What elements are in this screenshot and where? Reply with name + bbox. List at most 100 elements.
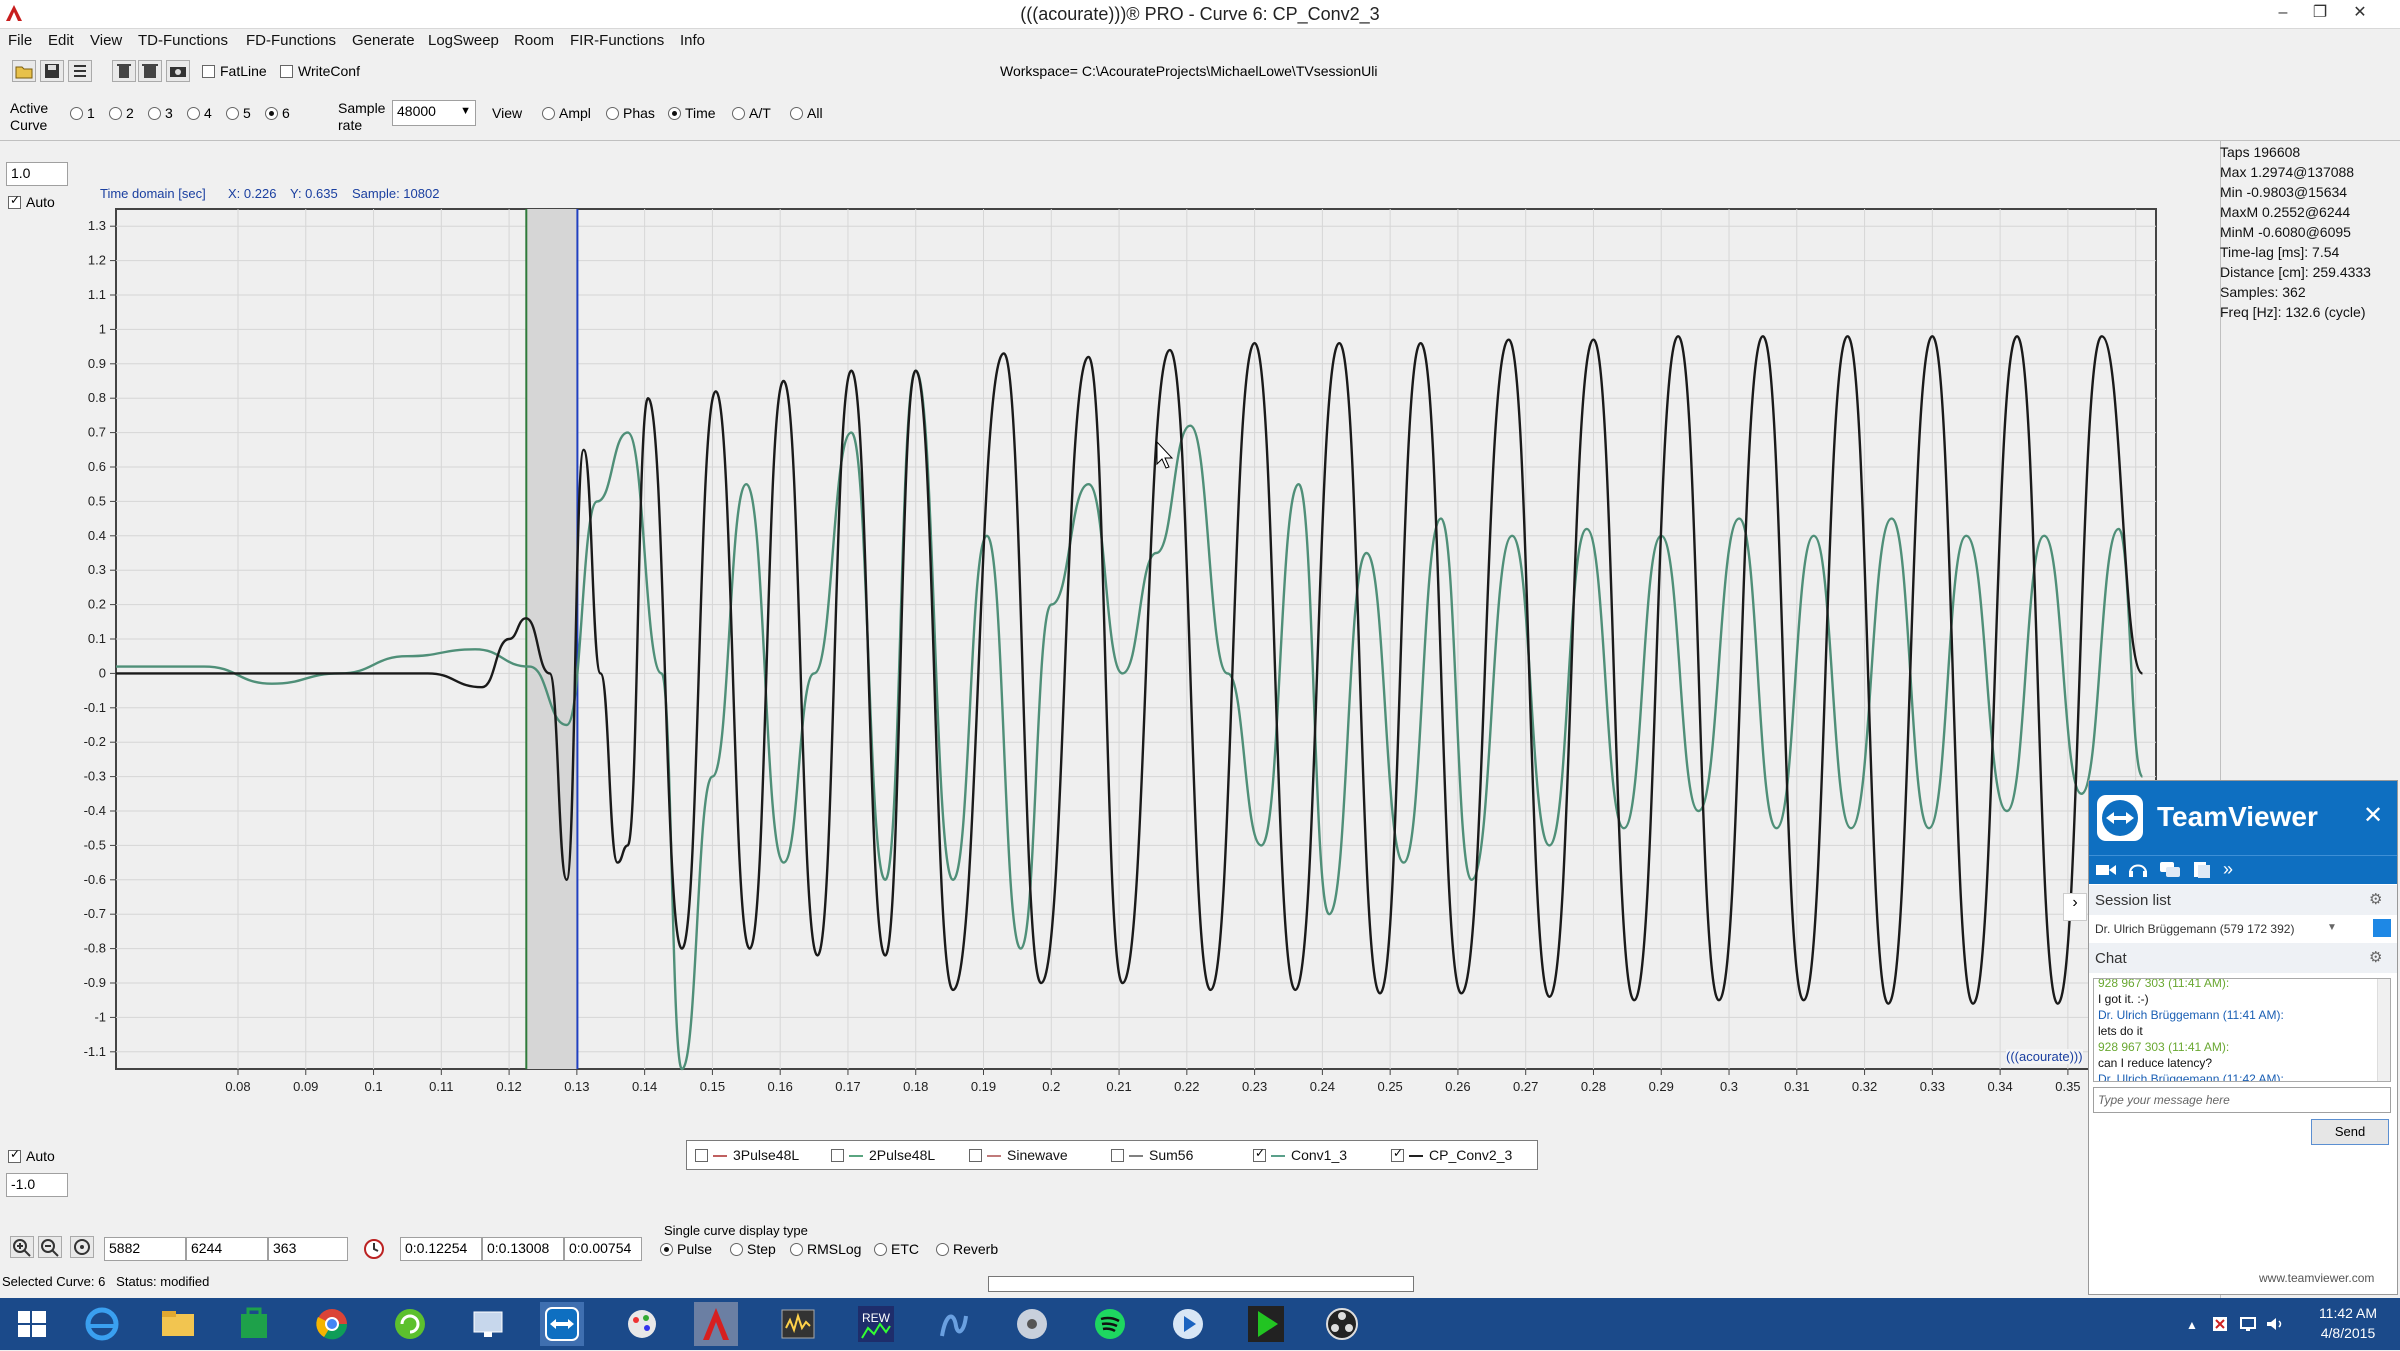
legend-checkbox[interactable] xyxy=(969,1149,982,1162)
display-radio-reverb[interactable] xyxy=(936,1243,949,1256)
teamviewer-taskbar-button[interactable] xyxy=(540,1302,584,1346)
display-radio-pulse[interactable] xyxy=(660,1243,673,1256)
legend-checkbox[interactable] xyxy=(831,1149,844,1162)
camera-button[interactable] xyxy=(166,60,190,82)
paint-palette-icon[interactable] xyxy=(620,1302,664,1346)
time-span-input[interactable]: 0:0.00754 xyxy=(564,1237,642,1261)
menu-fir-functions[interactable]: FIR-Functions xyxy=(570,32,664,49)
clock-time[interactable]: 11:42 AM xyxy=(2308,1305,2388,1321)
menu-logsweep[interactable]: LogSweep xyxy=(428,32,499,49)
sample-count-input[interactable]: 363 xyxy=(268,1237,348,1261)
menu-fd-functions[interactable]: FD-Functions xyxy=(246,32,336,49)
view-radio-ampl[interactable] xyxy=(542,107,555,120)
start-button[interactable] xyxy=(10,1302,54,1346)
legend-checkbox[interactable]: ✓ xyxy=(1253,1146,1266,1162)
sample-end-input[interactable]: 6244 xyxy=(186,1237,268,1261)
zoom-out-button[interactable] xyxy=(38,1236,62,1258)
display-radio-etc[interactable] xyxy=(874,1243,887,1256)
horizontal-scrollbar[interactable] xyxy=(988,1276,1414,1292)
display-radio-label: Reverb xyxy=(953,1241,999,1257)
menu-td-functions[interactable]: TD-Functions xyxy=(138,32,228,49)
panel-collapse-icon[interactable]: › xyxy=(2063,893,2087,921)
dropdown-arrow-icon[interactable]: ▼ xyxy=(2327,922,2337,933)
network-icon[interactable] xyxy=(2238,1314,2258,1334)
menu-edit[interactable]: Edit xyxy=(48,32,74,49)
gear-icon[interactable]: ⚙ xyxy=(2369,948,2382,966)
writeconf-checkbox[interactable] xyxy=(280,65,293,78)
media-disc-icon[interactable] xyxy=(1010,1302,1054,1346)
y-max-input[interactable]: 1.0 xyxy=(6,162,68,186)
sample-start-input[interactable]: 5882 xyxy=(104,1237,186,1261)
delete-all-button[interactable] xyxy=(138,60,162,82)
timer-button[interactable] xyxy=(362,1237,386,1261)
curve-radio-4[interactable] xyxy=(187,107,200,120)
menu-view[interactable]: View xyxy=(90,32,122,49)
menu-generate[interactable]: Generate xyxy=(352,32,415,49)
pc-monitor-icon[interactable] xyxy=(466,1302,510,1346)
teamviewer-close-icon[interactable]: ✕ xyxy=(2363,801,2383,830)
menu-room[interactable]: Room xyxy=(514,32,554,49)
display-radio-step[interactable] xyxy=(730,1243,743,1256)
time-end-input[interactable]: 0:0.13008 xyxy=(482,1237,564,1261)
session-action-icon[interactable] xyxy=(2373,919,2391,937)
session-entry[interactable]: Dr. Ulrich Brüggemann (579 172 392) xyxy=(2095,922,2294,936)
curve-radio-5[interactable] xyxy=(226,107,239,120)
chat-scrollbar[interactable] xyxy=(2377,979,2390,1081)
menu-file[interactable]: File xyxy=(8,32,32,49)
chat-history[interactable]: 928 967 303 (11:41 AM): I got it. :-) Dr. … xyxy=(2093,978,2391,1082)
headset-icon[interactable] xyxy=(2127,860,2149,880)
curve-radio-2[interactable] xyxy=(109,107,122,120)
legend-checkbox[interactable] xyxy=(695,1149,708,1162)
y-min-auto-checkbox[interactable]: ✓ xyxy=(8,1147,21,1163)
acourate-taskbar-button[interactable] xyxy=(694,1302,738,1346)
rew-icon[interactable]: REW xyxy=(854,1302,898,1346)
audio-editor-icon[interactable] xyxy=(776,1302,820,1346)
curve-radio-1[interactable] xyxy=(70,107,83,120)
action-center-icon[interactable] xyxy=(2210,1314,2230,1334)
obs-icon[interactable] xyxy=(1320,1302,1364,1346)
display-radio-rmslog[interactable] xyxy=(790,1243,803,1256)
open-button[interactable] xyxy=(12,60,36,82)
more-chevron-icon[interactable]: » xyxy=(2223,859,2233,880)
refresh-app-icon[interactable] xyxy=(388,1302,432,1346)
minimize-button[interactable]: – xyxy=(2268,2,2298,24)
internet-explorer-icon[interactable] xyxy=(80,1302,124,1346)
play-app-icon[interactable] xyxy=(1244,1302,1288,1346)
volume-icon[interactable] xyxy=(2264,1314,2284,1334)
delete-button[interactable] xyxy=(112,60,136,82)
video-icon[interactable] xyxy=(2095,861,2117,879)
curve-radio-3[interactable] xyxy=(148,107,161,120)
send-button[interactable]: Send xyxy=(2311,1119,2389,1145)
wave-app-icon[interactable] xyxy=(932,1302,976,1346)
clock-date[interactable]: 4/8/2015 xyxy=(2308,1325,2388,1341)
view-radio-at[interactable] xyxy=(732,107,745,120)
store-icon[interactable] xyxy=(232,1302,276,1346)
menu-info[interactable]: Info xyxy=(680,32,705,49)
files-icon[interactable] xyxy=(2191,860,2213,880)
close-button[interactable]: ✕ xyxy=(2345,2,2375,24)
legend-checkbox[interactable]: ✓ xyxy=(1391,1146,1404,1162)
save-button[interactable] xyxy=(40,60,64,82)
file-explorer-icon[interactable] xyxy=(156,1302,200,1346)
time-domain-chart[interactable]: 0.08 0.09 0.1 0.11 0.12 0.13 0.14 0.15 0.16 0.17 0… xyxy=(0,200,2220,1130)
y-min-input[interactable]: -1.0 xyxy=(6,1173,68,1197)
view-radio-time[interactable] xyxy=(668,107,681,120)
zoom-in-button[interactable] xyxy=(10,1236,34,1258)
fatline-checkbox[interactable] xyxy=(202,65,215,78)
sample-rate-select[interactable]: 48000 ▼ xyxy=(392,100,476,126)
time-start-input[interactable]: 0:0.12254 xyxy=(400,1237,482,1261)
gear-icon[interactable]: ⚙ xyxy=(2369,890,2382,908)
legend-checkbox[interactable] xyxy=(1111,1149,1124,1162)
chrome-icon[interactable] xyxy=(310,1302,354,1346)
curve-radio-6[interactable] xyxy=(265,107,278,120)
view-radio-all[interactable] xyxy=(790,107,803,120)
chat-bubbles-icon[interactable] xyxy=(2159,860,2181,880)
spotify-icon[interactable] xyxy=(1088,1302,1132,1346)
tray-expand-icon[interactable]: ▲ xyxy=(2186,1318,2198,1332)
settings-button[interactable] xyxy=(68,60,92,82)
media-player-icon[interactable] xyxy=(1166,1302,1210,1346)
zoom-reset-button[interactable] xyxy=(70,1236,94,1258)
view-radio-phas[interactable] xyxy=(606,107,619,120)
restore-button[interactable]: ❐ xyxy=(2305,2,2335,24)
chat-message-input[interactable]: Type your message here xyxy=(2093,1087,2391,1113)
